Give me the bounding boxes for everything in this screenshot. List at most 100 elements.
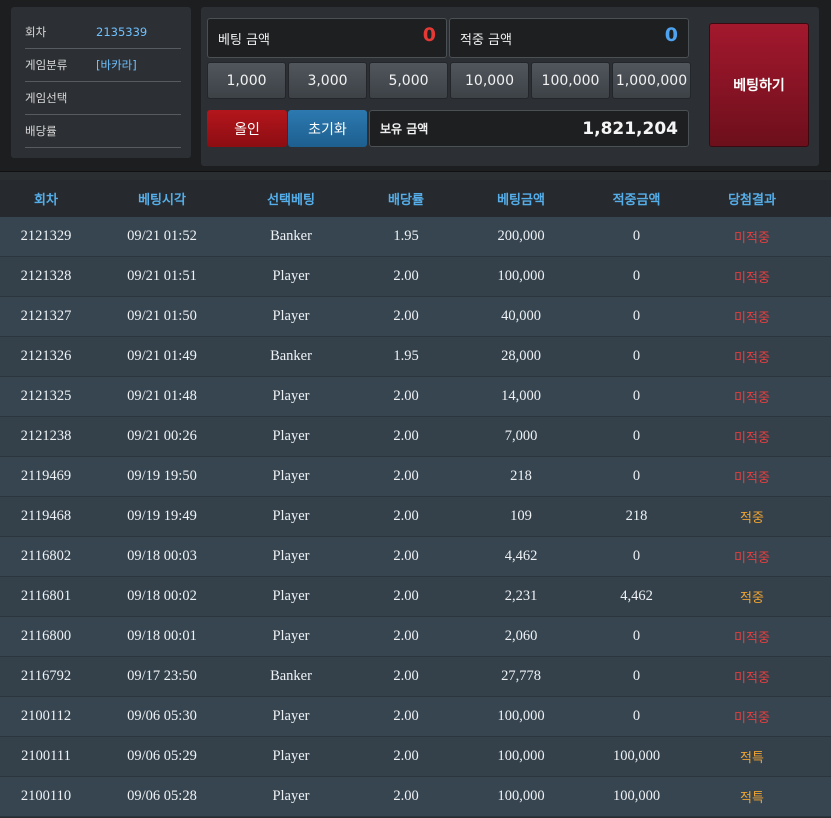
header-odds: 배당률 [388,193,424,208]
cell-result: 미적중 [734,351,770,366]
cell-pick: Player [272,708,310,724]
cell-round: 2121328 [20,268,72,284]
cell-time: 09/18 00:03 [127,548,197,564]
round-row: 회차 2135339 [25,7,181,49]
odds-row: 배당률 [25,115,181,148]
cell-win-amount: 4,462 [620,588,653,604]
cell-odds: 2.00 [393,268,419,284]
table-row: 2100112 09/06 05:30 Player 2.00 100,000 0 미적중 [0,697,831,737]
cell-pick: Player [272,308,310,324]
cell-round: 2121325 [20,388,72,404]
cell-pick: Player [272,788,310,804]
cell-result: 미적중 [734,711,770,726]
table-row: 2121328 09/21 01:51 Player 2.00 100,000 0 미적중 [0,257,831,297]
cell-bet-amount: 100,000 [497,708,545,724]
table-row: 2100110 09/06 05:28 Player 2.00 100,000 100,0… [0,777,831,817]
chip-10000-button[interactable]: 10,000 [450,62,529,99]
header-pick: 선택베팅 [267,193,315,208]
bet-history-table: 회차 베팅시각 선택베팅 배당률 베팅금액 적중금액 당첨결과 2121329 0… [0,180,831,817]
cell-odds: 2.00 [393,308,419,324]
cell-odds: 2.00 [393,428,419,444]
cell-bet-amount: 2,060 [504,628,538,644]
cell-win-amount: 0 [632,628,641,644]
cell-round: 2100110 [20,788,72,804]
cell-pick: Player [272,428,310,444]
win-amount-field: 적중 금액 0 [449,18,689,58]
table-row: 2121325 09/21 01:48 Player 2.00 14,000 0 미적중 [0,377,831,417]
cell-result: 미적중 [734,271,770,286]
cell-pick: Player [272,548,310,564]
cell-round: 2116800 [20,628,72,644]
cell-result: 적특 [740,791,764,806]
chip-3000-button[interactable]: 3,000 [288,62,367,99]
cell-pick: Player [272,588,310,604]
cell-round: 2119469 [20,468,72,484]
holding-amount-label: 보유 금액 [380,122,429,136]
cell-odds: 2.00 [393,788,419,804]
holding-amount-field: 보유 금액 1,821,204 [369,110,689,147]
chip-1000-button[interactable]: 1,000 [207,62,286,99]
cell-odds: 2.00 [393,588,419,604]
bet-amount-label: 베팅 금액 [218,32,270,48]
cell-time: 09/18 00:02 [127,588,197,604]
cell-result: 미적중 [734,431,770,446]
cell-time: 09/19 19:50 [127,468,197,484]
cell-pick: Player [272,388,310,404]
bet-control-panel: 회차 2135339 게임분류 [바카라] 게임선택 배당률 베팅 금액 0 적… [0,0,831,172]
table-row: 2119468 09/19 19:49 Player 2.00 109 218 적중 [0,497,831,537]
cell-bet-amount: 7,000 [504,428,538,444]
chip-100000-button[interactable]: 100,000 [531,62,610,99]
cell-win-amount: 0 [632,668,641,684]
cell-odds: 2.00 [393,748,419,764]
cell-win-amount: 0 [632,308,641,324]
cell-win-amount: 0 [632,228,641,244]
cell-bet-amount: 28,000 [501,348,541,364]
holding-amount-value: 1,821,204 [582,118,678,139]
cell-time: 09/21 01:52 [127,228,197,244]
chip-1000000-button[interactable]: 1,000,000 [612,62,691,99]
header-result: 당첨결과 [728,193,776,208]
cell-win-amount: 0 [632,548,641,564]
odds-label: 배당률 [25,124,57,138]
cell-result: 미적중 [734,671,770,686]
cell-time: 09/18 00:01 [127,628,197,644]
cell-time: 09/19 19:49 [127,508,197,524]
table-row: 2116802 09/18 00:03 Player 2.00 4,462 0 미적중 [0,537,831,577]
header-bet-amount: 베팅금액 [497,193,545,208]
all-in-button[interactable]: 올인 [207,110,287,147]
cell-bet-amount: 2,231 [504,588,538,604]
chip-5000-button[interactable]: 5,000 [369,62,448,99]
table-body: 2121329 09/21 01:52 Banker 1.95 200,000 0 미적중 2… [0,217,831,817]
cell-round: 2121327 [20,308,72,324]
table-row: 2121329 09/21 01:52 Banker 1.95 200,000 0 미적중 [0,217,831,257]
cell-odds: 1.95 [393,228,419,244]
place-bet-button[interactable]: 베팅하기 [709,23,809,147]
cell-bet-amount: 100,000 [497,748,545,764]
cell-round: 2119468 [20,508,72,524]
cell-time: 09/21 01:49 [127,348,197,364]
cell-pick: Player [272,748,310,764]
table-header: 회차 베팅시각 선택베팅 배당률 베팅금액 적중금액 당첨결과 [0,180,831,217]
cell-time: 09/21 01:51 [127,268,197,284]
cell-win-amount: 218 [625,508,648,524]
win-amount-value: 0 [664,24,678,46]
cell-result: 미적중 [734,471,770,486]
cell-pick: Banker [270,668,312,684]
bet-amount-value: 0 [422,24,436,46]
table-row: 2116801 09/18 00:02 Player 2.00 2,231 4,462 적중 [0,577,831,617]
cell-bet-amount: 200,000 [497,228,545,244]
cell-pick: Banker [270,348,312,364]
reset-button[interactable]: 초기화 [288,110,367,147]
category-label: 게임분류 [25,58,68,72]
cell-time: 09/17 23:50 [127,668,197,684]
table-row: 2119469 09/19 19:50 Player 2.00 218 0 미적중 [0,457,831,497]
cell-round: 2121326 [20,348,72,364]
cell-odds: 2.00 [393,668,419,684]
cell-bet-amount: 109 [510,508,532,524]
cell-odds: 2.00 [393,708,419,724]
cell-time: 09/21 01:50 [127,308,197,324]
cell-win-amount: 0 [632,708,641,724]
cell-win-amount: 100,000 [612,788,661,804]
cell-bet-amount: 218 [510,468,532,484]
cell-bet-amount: 100,000 [497,788,545,804]
